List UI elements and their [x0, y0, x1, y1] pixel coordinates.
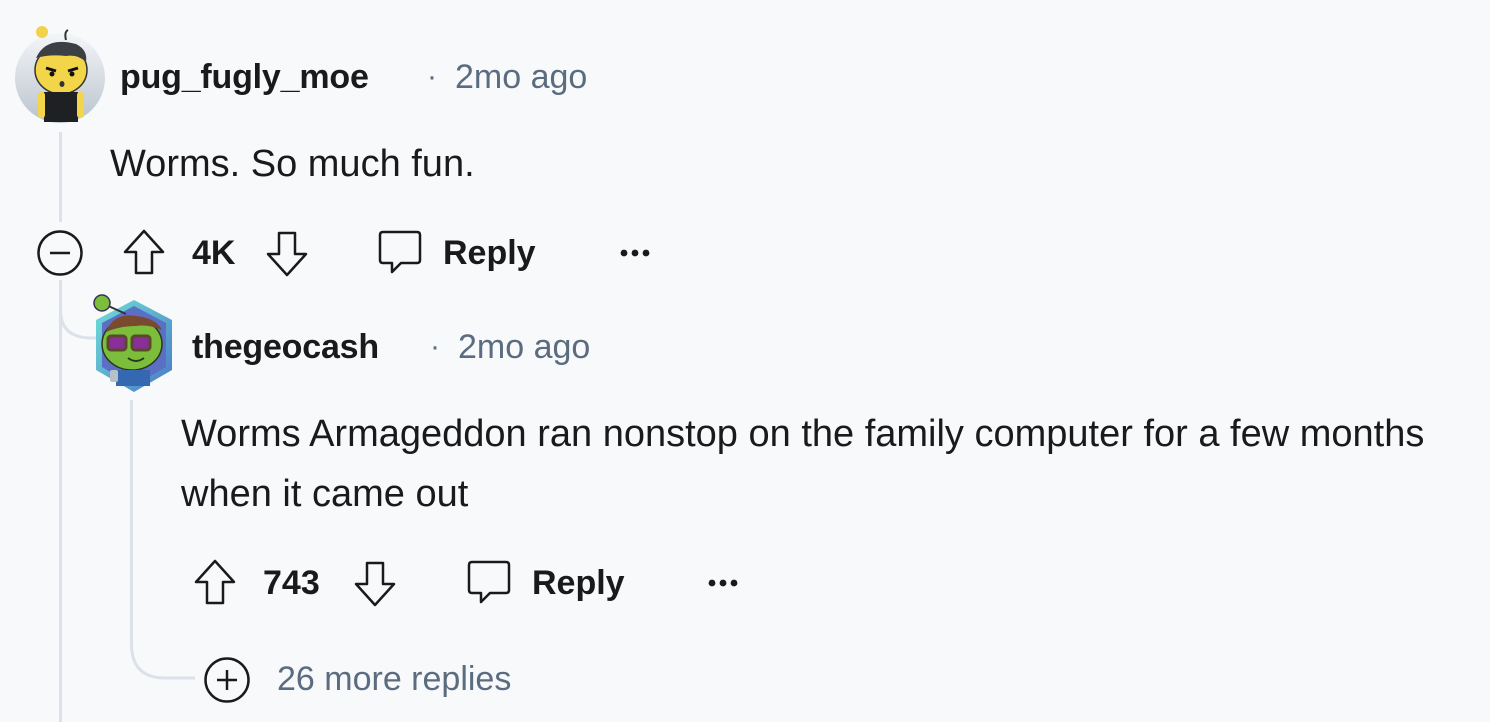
comment-timestamp[interactable]: 2mo ago [455, 58, 587, 97]
comment-timestamp[interactable]: 2mo ago [458, 328, 590, 367]
meta-separator: · [427, 60, 437, 93]
comment-author[interactable]: thegeocash [192, 328, 379, 367]
upvote-icon[interactable] [192, 558, 238, 606]
more-options-icon[interactable] [706, 576, 742, 590]
collapse-thread-icon[interactable] [36, 229, 84, 277]
vote-count: 4K [192, 234, 236, 272]
more-options-icon[interactable] [618, 246, 654, 260]
comment-body: Worms. So much fun. [110, 143, 475, 185]
reply-label: Reply [532, 564, 625, 602]
downvote-icon[interactable] [352, 560, 398, 608]
yellow-snoo-avatar[interactable] [14, 26, 106, 124]
thread-line-reply[interactable] [130, 400, 133, 630]
meta-separator: · [430, 330, 440, 363]
comment-body: Worms Armageddon ran nonstop on the fami… [181, 413, 1425, 515]
downvote-icon[interactable] [264, 230, 310, 278]
reply-label: Reply [443, 234, 536, 272]
thread-connector-more-replies [130, 620, 195, 680]
thread-line-root[interactable] [59, 132, 62, 222]
upvote-icon[interactable] [121, 228, 167, 276]
more-replies-label: 26 more replies [277, 660, 512, 698]
comment-bubble-icon [378, 230, 422, 274]
green-snoo-hex-avatar[interactable] [88, 292, 178, 398]
comment-bubble-icon [467, 560, 511, 604]
expand-plus-icon [204, 657, 250, 703]
vote-count: 743 [263, 564, 320, 602]
comment-author[interactable]: pug_fugly_moe [120, 58, 369, 97]
